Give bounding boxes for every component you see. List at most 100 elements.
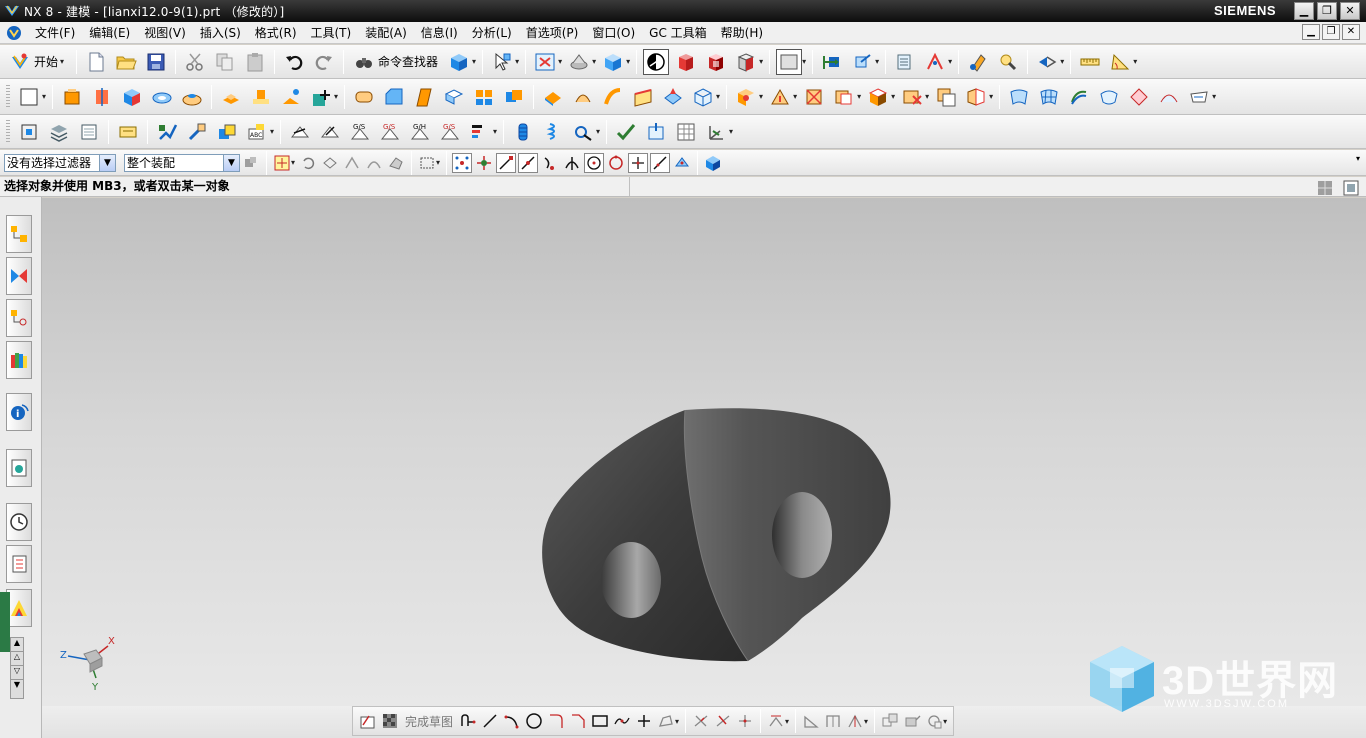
snap-settings-button[interactable]	[474, 153, 494, 173]
menu-assemblies[interactable]: 装配(A)	[358, 24, 414, 41]
select-features-button[interactable]	[320, 153, 340, 173]
offset-curve-button[interactable]	[656, 711, 676, 731]
snap-all-button[interactable]	[452, 152, 473, 173]
n-sided-surface-button[interactable]	[1096, 84, 1122, 110]
wcs-display-button[interactable]	[703, 119, 729, 145]
menu-preferences[interactable]: 首选项(P)	[519, 24, 586, 41]
emboss-button[interactable]	[248, 84, 274, 110]
copy-button[interactable]	[212, 49, 238, 75]
snap-control-point-button[interactable]	[540, 153, 560, 173]
sync-copy-button[interactable]	[933, 84, 959, 110]
redo-button[interactable]	[311, 49, 337, 75]
snap-quadrant-button[interactable]	[606, 153, 626, 173]
section-view-button[interactable]	[673, 49, 699, 75]
sync-move-button[interactable]	[733, 84, 759, 110]
coil-spring-button[interactable]	[540, 119, 566, 145]
block-button[interactable]	[119, 84, 145, 110]
snap-midpoint-button[interactable]	[518, 152, 539, 173]
measure-distance-button[interactable]	[1077, 49, 1103, 75]
part-navigator-tab[interactable]	[6, 299, 32, 337]
unite-button[interactable]	[501, 84, 527, 110]
menu-file[interactable]: 文件(F)	[28, 24, 82, 41]
show-constraints-button[interactable]	[823, 711, 843, 731]
quick-trim-button[interactable]	[691, 711, 711, 731]
text-block-button[interactable]: ABC	[244, 119, 270, 145]
arc-button[interactable]	[502, 711, 522, 731]
line-button[interactable]	[480, 711, 500, 731]
snap-point-on-surface-button[interactable]	[672, 153, 692, 173]
gc-curve-1-button[interactable]: G/S	[347, 119, 373, 145]
menu-information[interactable]: 信息(I)	[414, 24, 465, 41]
constraints-button[interactable]	[801, 711, 821, 731]
open-button[interactable]	[113, 49, 139, 75]
spring-button[interactable]	[510, 119, 536, 145]
part-body[interactable]	[542, 408, 891, 662]
auto-constrain-button[interactable]	[845, 711, 865, 731]
status-toggle-button[interactable]	[1315, 178, 1335, 198]
datum-plane-button[interactable]	[308, 84, 334, 110]
promote-body-button[interactable]	[184, 119, 210, 145]
quick-extend-button[interactable]	[713, 711, 733, 731]
history-tab[interactable]	[6, 503, 32, 541]
shell-button[interactable]	[441, 84, 467, 110]
dimension-button[interactable]	[766, 711, 786, 731]
sketch-properties-button[interactable]	[880, 711, 900, 731]
rectangle-button[interactable]	[590, 711, 610, 731]
menu-insert[interactable]: 插入(S)	[193, 24, 248, 41]
selection-scope-dropdown[interactable]: 整个装配 ▼	[124, 153, 240, 172]
point-button[interactable]	[634, 711, 654, 731]
start-button[interactable]: 开始 ▾	[4, 49, 72, 75]
edge-blend-button[interactable]	[351, 84, 377, 110]
reset-filter-button[interactable]	[298, 153, 318, 173]
move-to-layer-button[interactable]	[922, 49, 948, 75]
sketch-chamfer-button[interactable]	[568, 711, 588, 731]
extrude-button[interactable]	[59, 84, 85, 110]
menu-tools[interactable]: 工具(T)	[304, 24, 359, 41]
command-finder-button[interactable]: 命令查找器	[348, 49, 444, 75]
wcs-orient-button[interactable]	[849, 49, 875, 75]
snap-existing-point-button[interactable]	[628, 152, 649, 173]
surface-through-curves-button[interactable]	[1006, 84, 1032, 110]
boss-button[interactable]	[179, 84, 205, 110]
replace-component-button[interactable]	[214, 119, 240, 145]
rectangle-select-button[interactable]	[417, 153, 437, 173]
face-blend-button[interactable]	[1156, 84, 1182, 110]
hole-button[interactable]	[149, 84, 175, 110]
system-materials-tab[interactable]	[6, 545, 32, 583]
scroll-down-icon[interactable]: ▼	[11, 680, 23, 694]
nx-menu-logo-icon[interactable]	[6, 25, 22, 41]
show-hide-button[interactable]	[995, 49, 1021, 75]
restore-button[interactable]: ❐	[1317, 2, 1337, 20]
type-filter-dropdown[interactable]: 没有选择过滤器 ▼	[4, 153, 116, 172]
menu-edit[interactable]: 编辑(E)	[82, 24, 137, 41]
annotation-button[interactable]	[115, 119, 141, 145]
offset-region-button[interactable]	[278, 84, 304, 110]
pad-button[interactable]	[218, 84, 244, 110]
shaded-cube-button[interactable]	[446, 49, 472, 75]
select-tool-button[interactable]	[489, 49, 515, 75]
layers-stack-button[interactable]	[46, 119, 72, 145]
snap-bounded-grid-button[interactable]	[703, 153, 723, 173]
finish-sketch-label[interactable]: 完成草图	[401, 713, 457, 730]
spreadsheet-button[interactable]	[673, 119, 699, 145]
gear-modeling-button[interactable]	[570, 119, 596, 145]
make-corner-button[interactable]	[735, 711, 755, 731]
sync-pull-button[interactable]	[767, 84, 793, 110]
display-toggle-button[interactable]	[643, 48, 670, 75]
snap-endpoint-button[interactable]	[496, 152, 517, 173]
object-display-button[interactable]	[965, 49, 991, 75]
scroll-up-icon[interactable]: ▲	[11, 638, 23, 652]
sync-delete-button[interactable]	[899, 84, 925, 110]
menu-analysis[interactable]: 分析(L)	[465, 24, 519, 41]
bounded-plane-button[interactable]	[1126, 84, 1152, 110]
chamfer-button[interactable]	[381, 84, 407, 110]
constraint-navigator-tab[interactable]	[6, 257, 32, 295]
gc-curve-3-button[interactable]: G/H	[407, 119, 433, 145]
offset-face-button[interactable]	[660, 84, 686, 110]
wave-geometry-button[interactable]	[154, 119, 180, 145]
sync-mirror-button[interactable]	[963, 84, 989, 110]
surface-options-button[interactable]	[1186, 84, 1212, 110]
save-button[interactable]	[143, 49, 169, 75]
menu-help[interactable]: 帮助(H)	[714, 24, 770, 41]
scroll-up-step-icon[interactable]: △	[11, 652, 23, 666]
